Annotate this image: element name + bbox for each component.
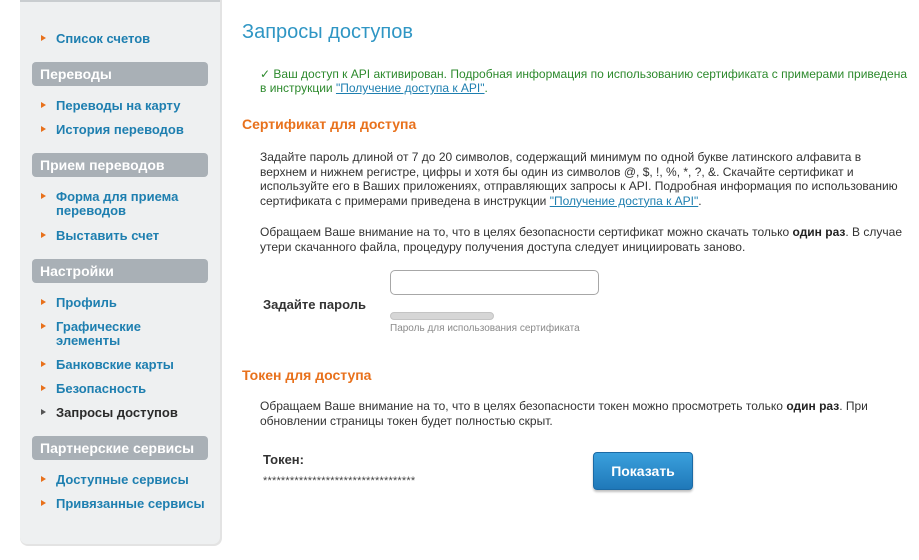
sidebar-item-bank-cards[interactable]: Банковские карты	[41, 358, 216, 372]
sidebar-item-transfer-history[interactable]: История переводов	[41, 123, 216, 137]
sidebar-item-label: Список счетов	[56, 31, 151, 46]
triangle-right-icon	[41, 126, 46, 132]
api-access-guide-link[interactable]: "Получение доступа к API"	[336, 81, 485, 95]
sidebar-item-label: Форма для приема переводов	[56, 189, 179, 218]
token-warning: Обращаем Ваше внимание на то, что в целя…	[260, 399, 868, 428]
sidebar-item-available-services[interactable]: Доступные сервисы	[41, 473, 216, 487]
token-section-title: Токен для доступа	[242, 367, 372, 383]
sidebar-item-label: Выставить счет	[56, 228, 160, 243]
sidebar: Список счетов Переводы Переводы на карту…	[20, 0, 220, 544]
sidebar-item-label: Запросы доступов	[56, 405, 178, 420]
sidebar-item-graphic-elements[interactable]: Графические элементы	[41, 320, 141, 348]
section-header-partner-services: Партнерские сервисы	[32, 436, 208, 460]
api-activated-notice: ✓ Ваш доступ к API активирован. Подробна…	[260, 67, 908, 95]
show-token-button[interactable]: Показать	[593, 452, 693, 490]
sidebar-item-security[interactable]: Безопасность	[41, 382, 216, 396]
certificate-warning: Обращаем Ваше внимание на то, что в целя…	[260, 225, 902, 254]
triangle-right-icon	[41, 232, 46, 238]
page-title: Запросы доступов	[242, 21, 413, 43]
sidebar-item-access-requests[interactable]: Запросы доступов	[41, 406, 216, 420]
sidebar-item-label: Безопасность	[56, 381, 147, 396]
sidebar-item-label: Переводы на карту	[56, 98, 181, 113]
triangle-right-icon	[41, 385, 46, 391]
sidebar-item-label: Доступные сервисы	[56, 472, 189, 487]
password-hint: Пароль для использования сертификата	[390, 323, 580, 334]
certificate-instructions: Задайте пароль длиной от 7 до 20 символо…	[260, 150, 898, 208]
sidebar-item-profile[interactable]: Профиль	[41, 296, 216, 310]
certificate-section-title: Сертификат для доступа	[242, 116, 417, 132]
triangle-right-icon	[41, 409, 46, 415]
section-header-receiving: Прием переводов	[32, 153, 208, 177]
triangle-right-icon	[41, 299, 46, 305]
sidebar-item-label: Банковские карты	[56, 357, 174, 372]
triangle-right-icon	[41, 500, 46, 506]
sidebar-item-label: Привязанные сервисы	[56, 496, 205, 511]
triangle-right-icon	[41, 361, 46, 367]
triangle-right-icon	[41, 476, 46, 482]
checkmark-icon: ✓	[260, 67, 271, 81]
triangle-right-icon	[41, 102, 46, 108]
password-input[interactable]	[390, 270, 599, 295]
sidebar-item-label: Графические элементы	[56, 319, 141, 348]
api-access-guide-link[interactable]: "Получение доступа к API"	[550, 194, 699, 208]
triangle-right-icon	[41, 35, 46, 41]
token-label: Токен:	[263, 452, 304, 467]
sidebar-item-linked-services[interactable]: Привязанные сервисы	[41, 497, 216, 511]
sidebar-item-accounts[interactable]: Список счетов	[41, 32, 216, 46]
sidebar-item-label: Профиль	[56, 295, 117, 310]
section-header-settings: Настройки	[32, 259, 208, 283]
token-value: **********************************	[263, 475, 416, 487]
sidebar-item-label: История переводов	[56, 122, 184, 137]
section-header-transfers: Переводы	[32, 62, 208, 86]
sidebar-item-receive-form[interactable]: Форма для приема переводов	[41, 190, 181, 218]
triangle-right-icon	[41, 193, 46, 199]
triangle-right-icon	[41, 323, 46, 329]
sidebar-item-transfer-to-card[interactable]: Переводы на карту	[41, 99, 216, 113]
password-label: Задайте пароль	[263, 297, 366, 312]
sidebar-item-issue-invoice[interactable]: Выставить счет	[41, 229, 216, 243]
password-strength-bar	[390, 312, 494, 320]
